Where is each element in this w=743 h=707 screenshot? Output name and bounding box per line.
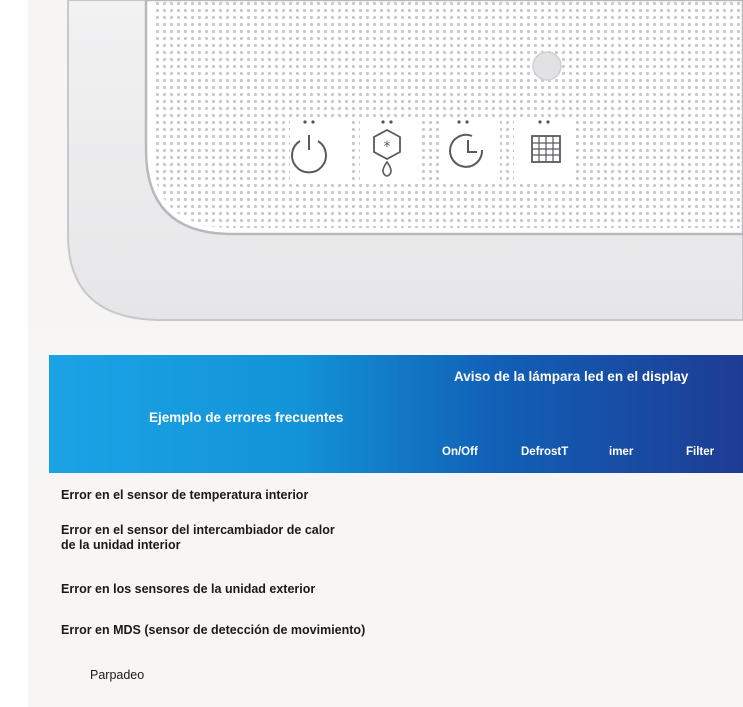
table-row: Error en MDS (sensor de detección de mov… <box>61 623 366 637</box>
column-on-off: On/Off <box>442 446 478 458</box>
filter-icon <box>514 120 574 180</box>
power-icon <box>290 120 350 180</box>
sensor-button <box>532 51 562 81</box>
defrost-icon: * <box>360 120 420 184</box>
blink-legend: Parpadeo <box>90 668 145 682</box>
column-timer: imer <box>609 446 634 458</box>
table-header: Aviso de la lámpara led en el display Ej… <box>49 355 743 473</box>
device-panel-illustration: * <box>28 0 743 330</box>
table-row: Error en los sensores de la unidad exter… <box>61 582 316 596</box>
table-row: Error en el sensor del intercambiador de… <box>61 523 335 552</box>
svg-text:*: * <box>384 139 391 155</box>
column-defrost: DefrostT <box>521 446 569 458</box>
timer-icon <box>440 120 500 180</box>
frequent-errors-header: Ejemplo de errores frecuentes <box>149 410 344 425</box>
table-row: Error en el sensor de temperatura interi… <box>61 488 309 502</box>
led-indicator-header: Aviso de la lámpara led en el display <box>454 369 689 384</box>
column-filter: Filter <box>686 446 715 458</box>
